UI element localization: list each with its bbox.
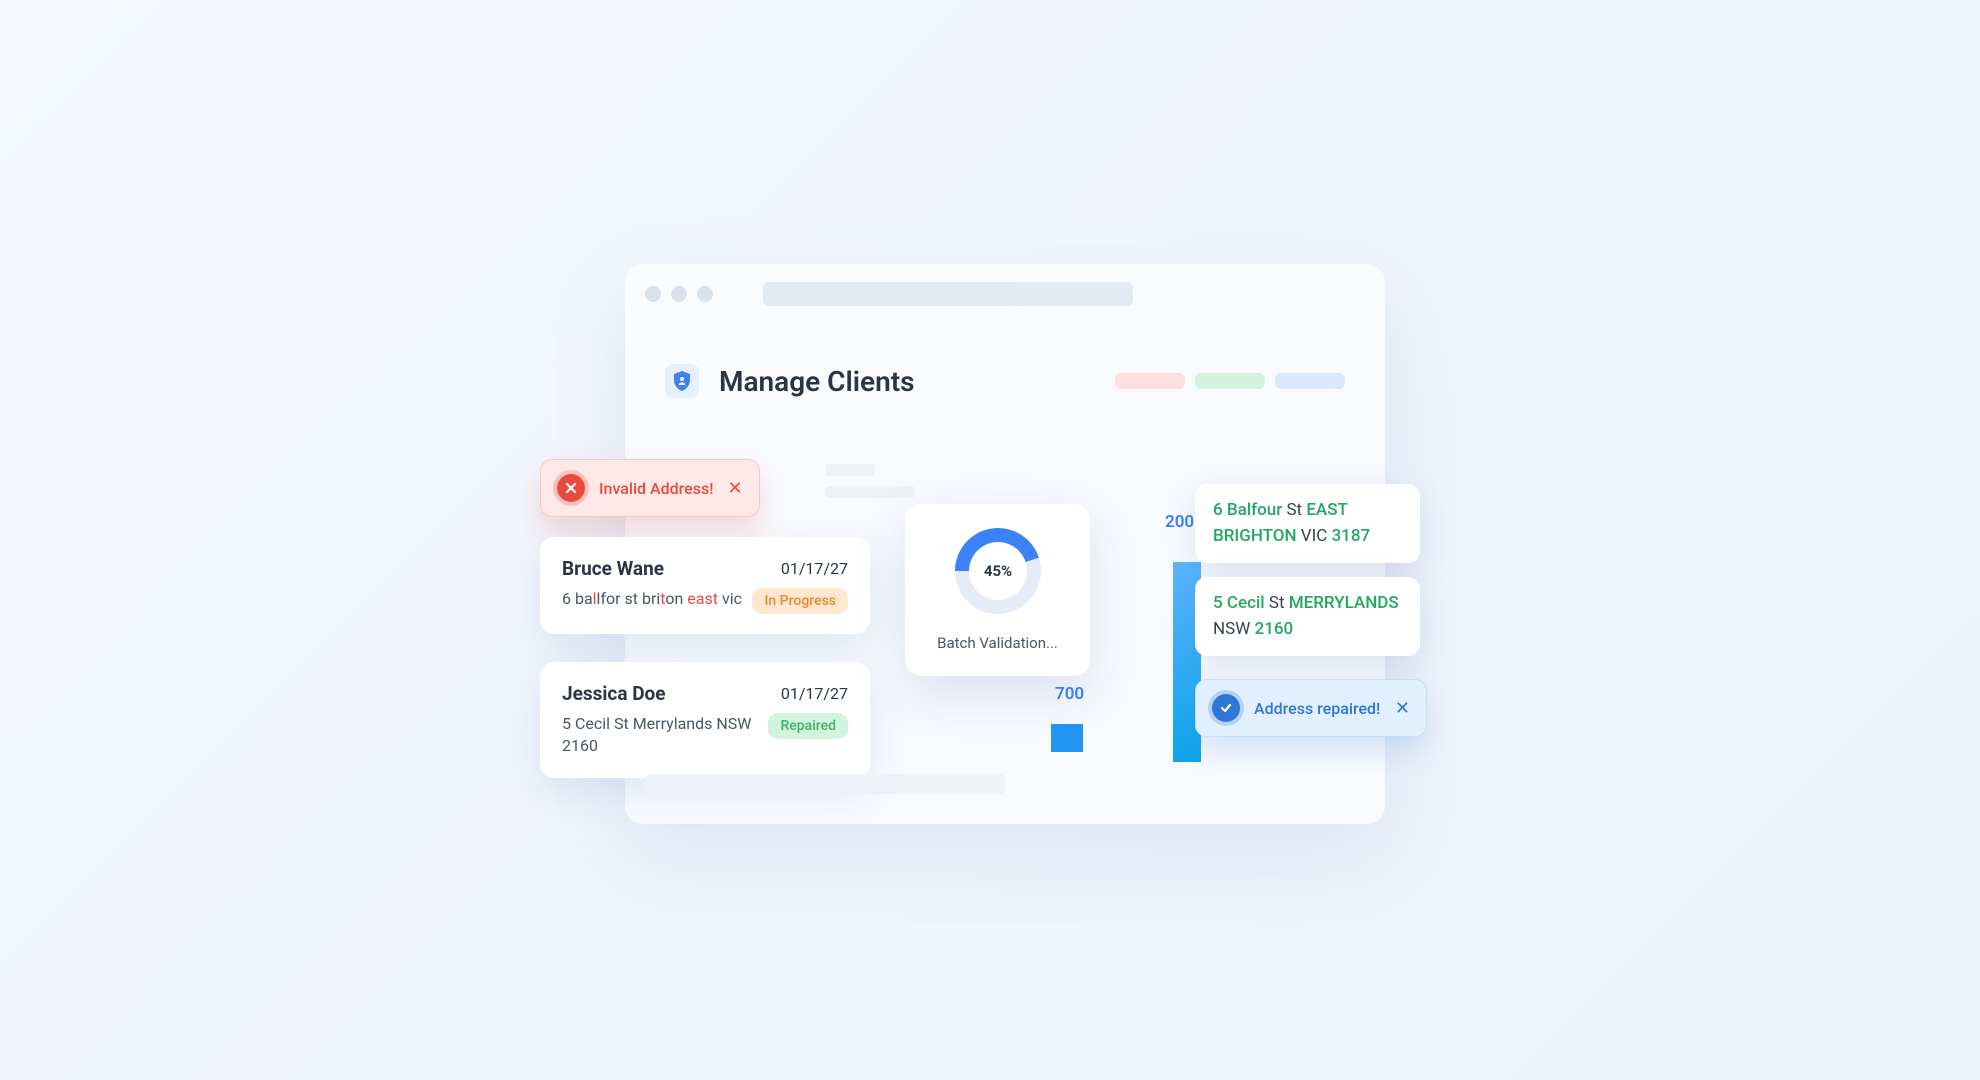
close-icon[interactable]: ✕ [1395,698,1410,719]
chart-value: 700 [1055,684,1084,704]
action-pills [1115,373,1345,389]
client-address: 6 ballfor st briton east vic [562,588,742,610]
progress-percent: 45% [969,542,1027,600]
alert-text: Address repaired! [1254,699,1380,718]
client-card[interactable]: Bruce Wane 01/17/27 6 ballfor st briton … [540,537,870,634]
pill-green[interactable] [1195,373,1265,389]
client-address: 5 Cecil St Merrylands NSW 2160 [562,713,752,758]
alert-address-repaired: Address repaired! ✕ [1195,679,1427,737]
url-bar[interactable] [763,282,1133,306]
alert-invalid-address: Invalid Address! ✕ [540,459,760,517]
browser-titlebar [625,264,1385,324]
alert-text: Invalid Address! [599,479,713,498]
address-suggestion[interactable]: 6 Balfour St EAST BRIGHTON VIC 3187 [1195,484,1420,563]
client-name: Bruce Wane [562,557,664,580]
chart-value: 200 [1165,512,1194,532]
progress-ring: 45% [955,528,1041,614]
pill-red[interactable] [1115,373,1185,389]
status-badge: Repaired [768,713,848,739]
skeleton-placeholder [825,464,915,508]
batch-label: Batch Validation... [923,634,1072,652]
client-date: 01/17/27 [781,684,848,703]
client-date: 01/17/27 [781,559,848,578]
error-icon [557,474,585,502]
window-dot [697,286,713,302]
shield-icon [665,364,699,398]
check-icon [1212,694,1240,722]
address-suggestion[interactable]: 5 Cecil St MERRYLANDS NSW 2160 [1195,577,1420,656]
window-dot [645,286,661,302]
window-dot [671,286,687,302]
client-name: Jessica Doe [562,682,666,705]
page-title: Manage Clients [719,365,915,398]
close-icon[interactable]: ✕ [727,478,742,499]
skeleton-placeholder [645,774,1005,794]
client-card[interactable]: Jessica Doe 01/17/27 5 Cecil St Merrylan… [540,662,870,778]
chart-bar [1051,724,1083,752]
batch-validation-card: 45% Batch Validation... [905,504,1090,676]
status-badge: In Progress [752,588,848,614]
pill-blue[interactable] [1275,373,1345,389]
